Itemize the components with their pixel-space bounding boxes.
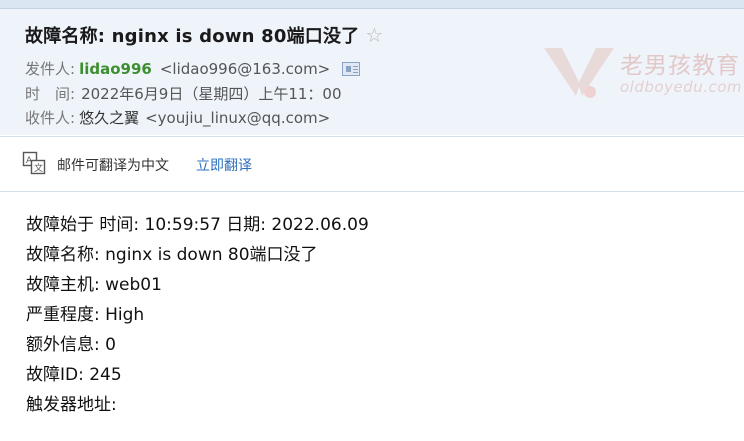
translate-prompt: 邮件可翻译为中文 xyxy=(57,158,169,174)
recipient-email[interactable]: <youjiu_linux@qq.com> xyxy=(145,109,330,127)
sender-email[interactable]: <lidao996@163.com> xyxy=(160,60,330,78)
email-body: 故障始于 时间: 10:59:57 日期: 2022.06.09 故障名称: n… xyxy=(26,212,369,422)
sender-label: 发件人: xyxy=(25,60,76,78)
time-label: 时 间: xyxy=(25,85,76,103)
translate-icon: A 文 xyxy=(22,151,46,175)
time-value: 2022年6月9日（星期四）上午11：00 xyxy=(81,85,342,103)
translate-now-link[interactable]: 立即翻译 xyxy=(196,155,252,175)
sender-name[interactable]: lidao996 xyxy=(79,60,152,78)
body-line-severity: 严重程度: High xyxy=(26,305,145,325)
body-line-trigger: 触发器地址: xyxy=(26,395,117,415)
svg-text:文: 文 xyxy=(34,162,43,174)
subject-row: 故障名称: nginx is down 80端口没了 ☆ xyxy=(25,22,383,48)
star-icon[interactable]: ☆ xyxy=(365,25,383,45)
translate-bar: A 文 邮件可翻译为中文 立即翻译 xyxy=(0,136,744,192)
body-line-start: 故障始于 时间: 10:59:57 日期: 2022.06.09 xyxy=(26,215,369,235)
body-line-id: 故障ID: 245 xyxy=(26,365,122,385)
top-rule xyxy=(0,0,744,9)
recipient-label: 收件人: xyxy=(25,109,76,127)
recipient-row: 收件人: 悠久之翼 <youjiu_linux@qq.com> xyxy=(25,107,330,128)
body-line-host: 故障主机: web01 xyxy=(26,275,162,295)
time-row: 时 间: 2022年6月9日（星期四）上午11：00 xyxy=(25,83,342,104)
sender-row: 发件人: lidao996 <lidao996@163.com> xyxy=(25,58,361,79)
contact-card-icon[interactable] xyxy=(342,61,361,76)
body-line-extra: 额外信息: 0 xyxy=(26,335,116,355)
recipient-name[interactable]: 悠久之翼 xyxy=(79,107,139,128)
svg-text:A: A xyxy=(26,156,33,166)
body-line-name: 故障名称: nginx is down 80端口没了 xyxy=(26,245,318,265)
email-subject: 故障名称: nginx is down 80端口没了 xyxy=(25,26,360,47)
